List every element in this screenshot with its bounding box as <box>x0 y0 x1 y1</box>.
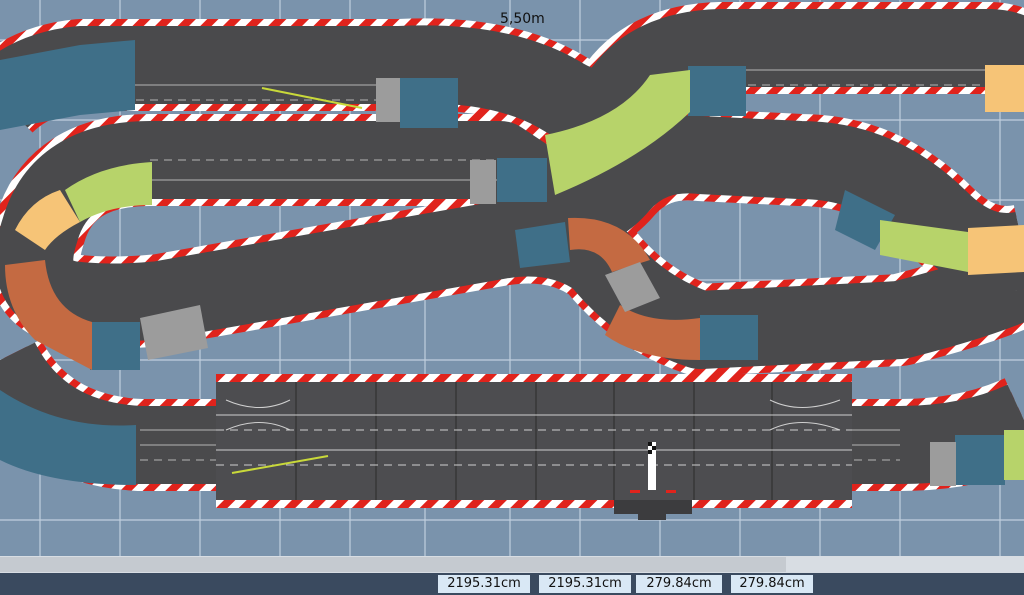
status-bar: 2195.31cm 2195.31cm 279.84cm 279.84cm <box>0 573 1024 595</box>
track-layout[interactable] <box>0 0 1024 556</box>
status-dimension-2: 279.84cm <box>731 575 813 593</box>
track-canvas[interactable]: 5,50m <box>0 0 1024 556</box>
status-dimension-1: 279.84cm <box>636 575 722 593</box>
horizontal-scrollbar-thumb[interactable] <box>0 557 786 572</box>
pit-straight[interactable] <box>216 374 852 508</box>
status-length-total-1: 2195.31cm <box>438 575 530 593</box>
horizontal-scrollbar[interactable] <box>0 556 1024 573</box>
status-length-total-2: 2195.31cm <box>539 575 631 593</box>
scale-label: 5,50m <box>500 11 545 27</box>
